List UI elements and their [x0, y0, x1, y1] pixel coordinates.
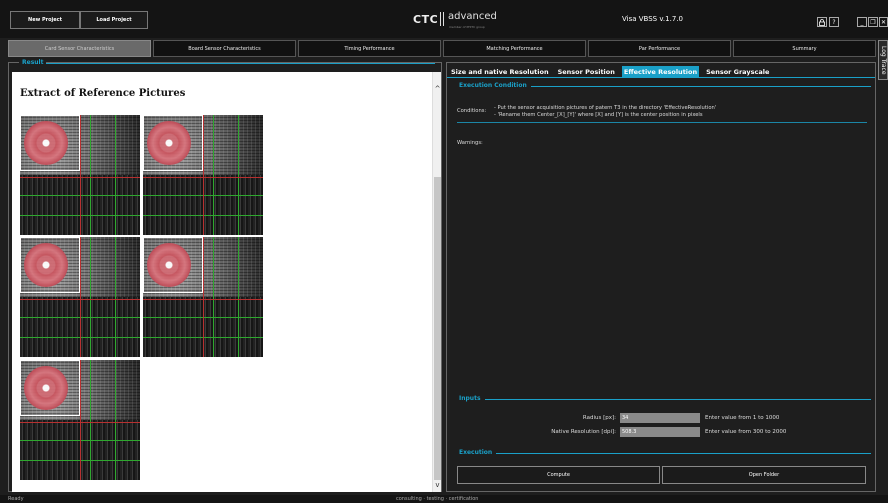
app-version: Visa VBSS v.1.7.0 [622, 15, 683, 23]
tab-summary[interactable]: Summary [733, 40, 876, 57]
reference-picture [20, 237, 140, 357]
new-project-button[interactable]: New Project [10, 11, 80, 29]
native-resolution-input[interactable] [620, 427, 700, 437]
compute-button[interactable]: Compute [457, 466, 660, 484]
reference-picture [143, 237, 263, 357]
execution-condition-title: Execution Condition [451, 82, 531, 89]
tab-board-sensor[interactable]: Board Sensor Characteristics [153, 40, 296, 57]
scroll-down-icon[interactable]: v [433, 480, 442, 490]
lock-icon[interactable] [817, 17, 827, 27]
result-rule [41, 63, 435, 64]
scroll-thumb[interactable] [434, 177, 441, 480]
execution-title: Execution [451, 449, 497, 456]
open-folder-button[interactable]: Open Folder [662, 466, 866, 484]
logo-divider [440, 12, 444, 26]
status-bar: Ready consulting · testing · certificati… [0, 495, 888, 503]
inputs-title: Inputs [451, 395, 485, 402]
subtab-rule [447, 77, 875, 78]
help-button[interactable]: ? [829, 17, 839, 27]
advanced-logo: advanced [448, 11, 497, 22]
warnings-label: Warnings: [457, 140, 483, 146]
execution-rule [451, 453, 871, 454]
native-resolution-label: Native Resolution [dpi]: [551, 429, 616, 435]
restore-button[interactable]: ❐ [868, 17, 878, 27]
radius-input[interactable] [620, 413, 700, 423]
native-resolution-hint: Enter value from 300 to 2000 [705, 429, 787, 435]
reference-picture [20, 115, 140, 235]
reference-picture [20, 360, 140, 480]
close-button[interactable]: ✕ [879, 17, 888, 27]
tab-par[interactable]: Par Performance [588, 40, 731, 57]
tab-timing[interactable]: Timing Performance [298, 40, 441, 57]
inputs-rule [451, 399, 871, 400]
tab-card-sensor[interactable]: Card Sensor Characteristics [8, 40, 151, 57]
reference-picture [143, 115, 263, 235]
conditions-label: Conditions: [457, 108, 487, 114]
scroll-up-icon[interactable]: ^ [433, 84, 442, 94]
result-viewer[interactable]: Extract of Reference Pictures ^ v [12, 72, 441, 492]
radius-hint: Enter value from 1 to 1000 [705, 415, 780, 421]
radius-label: Radius [px]: [582, 415, 616, 421]
settings-panel: Size and native Resolution Sensor Positi… [446, 62, 876, 492]
minimize-button[interactable]: _ [857, 17, 867, 27]
conditions-separator [457, 122, 867, 123]
status-text: Ready [8, 496, 24, 502]
result-panel: Result Extract of Reference Pictures ^ v [8, 59, 442, 492]
extract-title: Extract of Reference Pictures [20, 88, 186, 99]
tab-matching[interactable]: Matching Performance [443, 40, 586, 57]
result-scrollbar[interactable]: ^ v [432, 72, 441, 492]
result-legend: Result [19, 59, 47, 66]
condition-line: - Put the sensor acquisition pictures of… [494, 105, 717, 111]
main-tabs: Card Sensor Characteristics Board Sensor… [8, 40, 876, 57]
condition-line: - 'Rename them Center_[X]_[Y]' where [X]… [494, 112, 703, 118]
conditions-text: - Put the sensor acquisition pictures of… [494, 105, 716, 119]
footer-tagline: consulting · testing · certification [396, 496, 479, 502]
log-trace-tab[interactable]: Log Trace [878, 40, 888, 80]
load-project-button[interactable]: Load Project [80, 11, 148, 29]
lock-glyph [819, 18, 825, 26]
title-bar: New Project Load Project CTC advanced me… [0, 0, 888, 38]
ctc-logo: CTC [413, 13, 439, 26]
logo-subtitle: member of PHITC group [449, 25, 485, 29]
